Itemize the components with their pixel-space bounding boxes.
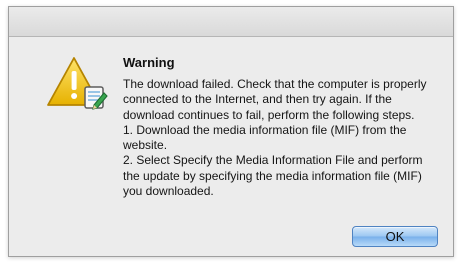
ok-button[interactable]: OK — [352, 226, 438, 247]
message-step-1: 1. Download the media information file (… — [123, 122, 407, 153]
warning-triangle-icon — [47, 57, 108, 110]
warning-dialog: Warning The download failed. Check that … — [8, 6, 454, 257]
dialog-content: Warning The download failed. Check that … — [9, 37, 453, 256]
dialog-titlebar[interactable] — [9, 7, 453, 37]
message-step-2: 2. Select Specify the Media Information … — [123, 153, 423, 199]
dialog-message: The download failed. Check that the comp… — [123, 77, 441, 199]
warning-icon — [46, 51, 110, 115]
dialog-title: Warning — [123, 55, 175, 70]
message-paragraph-1: The download failed. Check that the comp… — [123, 77, 427, 122]
